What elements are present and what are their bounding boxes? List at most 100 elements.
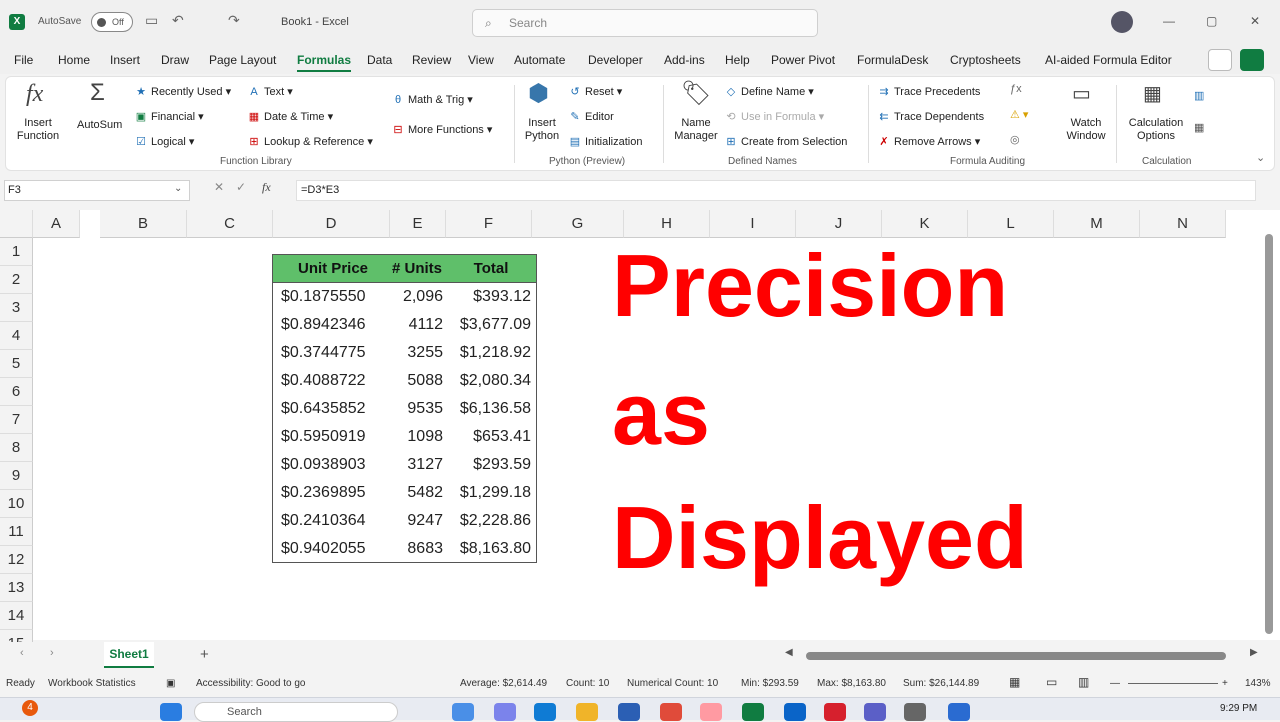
- windows-start-icon[interactable]: [160, 703, 182, 721]
- tab-formulas[interactable]: Formulas: [297, 53, 352, 72]
- column-header-g[interactable]: G: [532, 210, 624, 238]
- cell-unit-price[interactable]: $0.6435852: [281, 395, 385, 423]
- cell-units[interactable]: 3127: [387, 451, 443, 479]
- formula-input[interactable]: =D3*E3: [296, 180, 1256, 201]
- notification-badge[interactable]: 4: [22, 700, 38, 716]
- macro-record-icon[interactable]: ▣: [166, 678, 175, 689]
- outlook-icon[interactable]: [784, 703, 806, 721]
- tab-view[interactable]: View: [468, 53, 494, 67]
- cell-total[interactable]: $393.12: [445, 283, 531, 311]
- clock[interactable]: 9:29 PM: [1220, 703, 1257, 714]
- cell-unit-price[interactable]: $0.9402055: [281, 535, 385, 563]
- column-header-f[interactable]: F: [446, 210, 532, 238]
- chrome-icon[interactable]: [660, 703, 682, 721]
- row-header-7[interactable]: 7: [0, 406, 33, 434]
- cell-total[interactable]: $8,163.80: [445, 535, 531, 563]
- cell-total[interactable]: $2,228.86: [445, 507, 531, 535]
- define-name-button[interactable]: ◇ Define Name ▾: [724, 85, 814, 98]
- tab-draw[interactable]: Draw: [161, 53, 189, 67]
- name-box[interactable]: F3: [4, 180, 190, 201]
- fx-icon[interactable]: fx: [262, 180, 271, 195]
- error-checking-icon[interactable]: ⚠ ▾: [1010, 108, 1028, 121]
- tab-data[interactable]: Data: [367, 53, 392, 67]
- cell-units[interactable]: 5482: [387, 479, 443, 507]
- prev-sheet-icon[interactable]: ‹: [20, 647, 24, 659]
- row-header-13[interactable]: 13: [0, 574, 33, 602]
- row-header-5[interactable]: 5: [0, 350, 33, 378]
- row-header-6[interactable]: 6: [0, 378, 33, 406]
- file-explorer-icon[interactable]: [576, 703, 598, 721]
- tab-ai-formula-editor[interactable]: AI-aided Formula Editor: [1045, 53, 1172, 67]
- evaluate-formula-icon[interactable]: ◎: [1010, 133, 1020, 146]
- calculate-sheet-icon[interactable]: ▦: [1194, 121, 1204, 134]
- scroll-left-icon[interactable]: ◀: [785, 647, 793, 658]
- status-average[interactable]: Average: $2,614.49: [460, 678, 547, 689]
- redo-icon[interactable]: ↷: [228, 12, 240, 29]
- teams-icon[interactable]: [494, 703, 516, 721]
- tab-formuladesk[interactable]: FormulaDesk: [857, 53, 928, 67]
- worksheet-grid[interactable]: ABCDEFGHIJKLMN 123456789101112131415 Uni…: [0, 210, 1280, 658]
- next-sheet-icon[interactable]: ›: [50, 647, 54, 659]
- zoom-slider[interactable]: [1128, 683, 1218, 684]
- workbook-statistics[interactable]: Workbook Statistics: [48, 678, 136, 689]
- row-header-8[interactable]: 8: [0, 434, 33, 462]
- select-all-corner[interactable]: [0, 210, 33, 238]
- row-header-1[interactable]: 1: [0, 238, 33, 266]
- column-header-l[interactable]: L: [968, 210, 1054, 238]
- cell-total[interactable]: $2,080.34: [445, 367, 531, 395]
- column-header-m[interactable]: M: [1054, 210, 1140, 238]
- watch-window-button[interactable]: Watch Window: [1064, 117, 1108, 143]
- search-input[interactable]: ⌕ Search: [472, 9, 818, 37]
- row-header-9[interactable]: 9: [0, 462, 33, 490]
- tab-insert[interactable]: Insert: [110, 53, 140, 67]
- recently-used-button[interactable]: ★ Recently Used ▾: [134, 85, 231, 98]
- cell-total[interactable]: $653.41: [445, 423, 531, 451]
- calculation-options-button[interactable]: Calculation Options: [1124, 117, 1188, 143]
- column-header-i[interactable]: I: [710, 210, 796, 238]
- column-header-k[interactable]: K: [882, 210, 968, 238]
- comments-button[interactable]: [1208, 49, 1232, 71]
- row-header-4[interactable]: 4: [0, 322, 33, 350]
- zoom-out-icon[interactable]: —: [1110, 678, 1120, 689]
- settings-app-icon[interactable]: [948, 703, 970, 721]
- cell-total[interactable]: $3,677.09: [445, 311, 531, 339]
- cell-total[interactable]: $1,218.92: [445, 339, 531, 367]
- insert-python-button[interactable]: Insert Python: [522, 117, 562, 143]
- tab-review[interactable]: Review: [412, 53, 451, 67]
- header-total[interactable]: Total: [451, 255, 531, 283]
- initialization-button[interactable]: ▤ Initialization: [568, 135, 643, 148]
- status-sum[interactable]: Sum: $26,144.89: [903, 678, 979, 689]
- tab-automate[interactable]: Automate: [514, 53, 565, 67]
- maximize-icon[interactable]: ▢: [1206, 14, 1217, 28]
- tab-help[interactable]: Help: [725, 53, 750, 67]
- create-from-selection-button[interactable]: ⊞ Create from Selection: [724, 135, 847, 148]
- status-max[interactable]: Max: $8,163.80: [817, 678, 886, 689]
- column-header-j[interactable]: J: [796, 210, 882, 238]
- cell-units[interactable]: 2,096: [387, 283, 443, 311]
- cell-unit-price[interactable]: $0.4088722: [281, 367, 385, 395]
- cell-total[interactable]: $293.59: [445, 451, 531, 479]
- column-header-n[interactable]: N: [1140, 210, 1226, 238]
- financial-button[interactable]: ▣ Financial ▾: [134, 110, 204, 123]
- lookup-reference-button[interactable]: ⊞ Lookup & Reference ▾: [247, 135, 372, 148]
- undo-icon[interactable]: ↶: [172, 12, 184, 29]
- row-header-12[interactable]: 12: [0, 546, 33, 574]
- column-header-b[interactable]: B: [100, 210, 187, 238]
- cell-units[interactable]: 1098: [387, 423, 443, 451]
- cell-total[interactable]: $1,299.18: [445, 479, 531, 507]
- column-header-h[interactable]: H: [624, 210, 710, 238]
- show-formulas-icon[interactable]: ƒx: [1010, 83, 1022, 95]
- cell-units[interactable]: 4112: [387, 311, 443, 339]
- edge-icon[interactable]: [534, 703, 556, 721]
- tab-developer[interactable]: Developer: [588, 53, 643, 67]
- calculator-app-icon[interactable]: [904, 703, 926, 721]
- teams-app-icon[interactable]: [864, 703, 886, 721]
- cell-total[interactable]: $6,136.58: [445, 395, 531, 423]
- scroll-right-icon[interactable]: ▶: [1250, 647, 1258, 658]
- column-header-d[interactable]: D: [273, 210, 390, 238]
- store-icon[interactable]: [618, 703, 640, 721]
- column-header-a[interactable]: A: [33, 210, 80, 238]
- chevron-down-icon[interactable]: ⌄: [174, 183, 182, 194]
- taskbar-search-input[interactable]: Search: [194, 702, 398, 722]
- page-layout-view-icon[interactable]: ▭: [1046, 675, 1057, 689]
